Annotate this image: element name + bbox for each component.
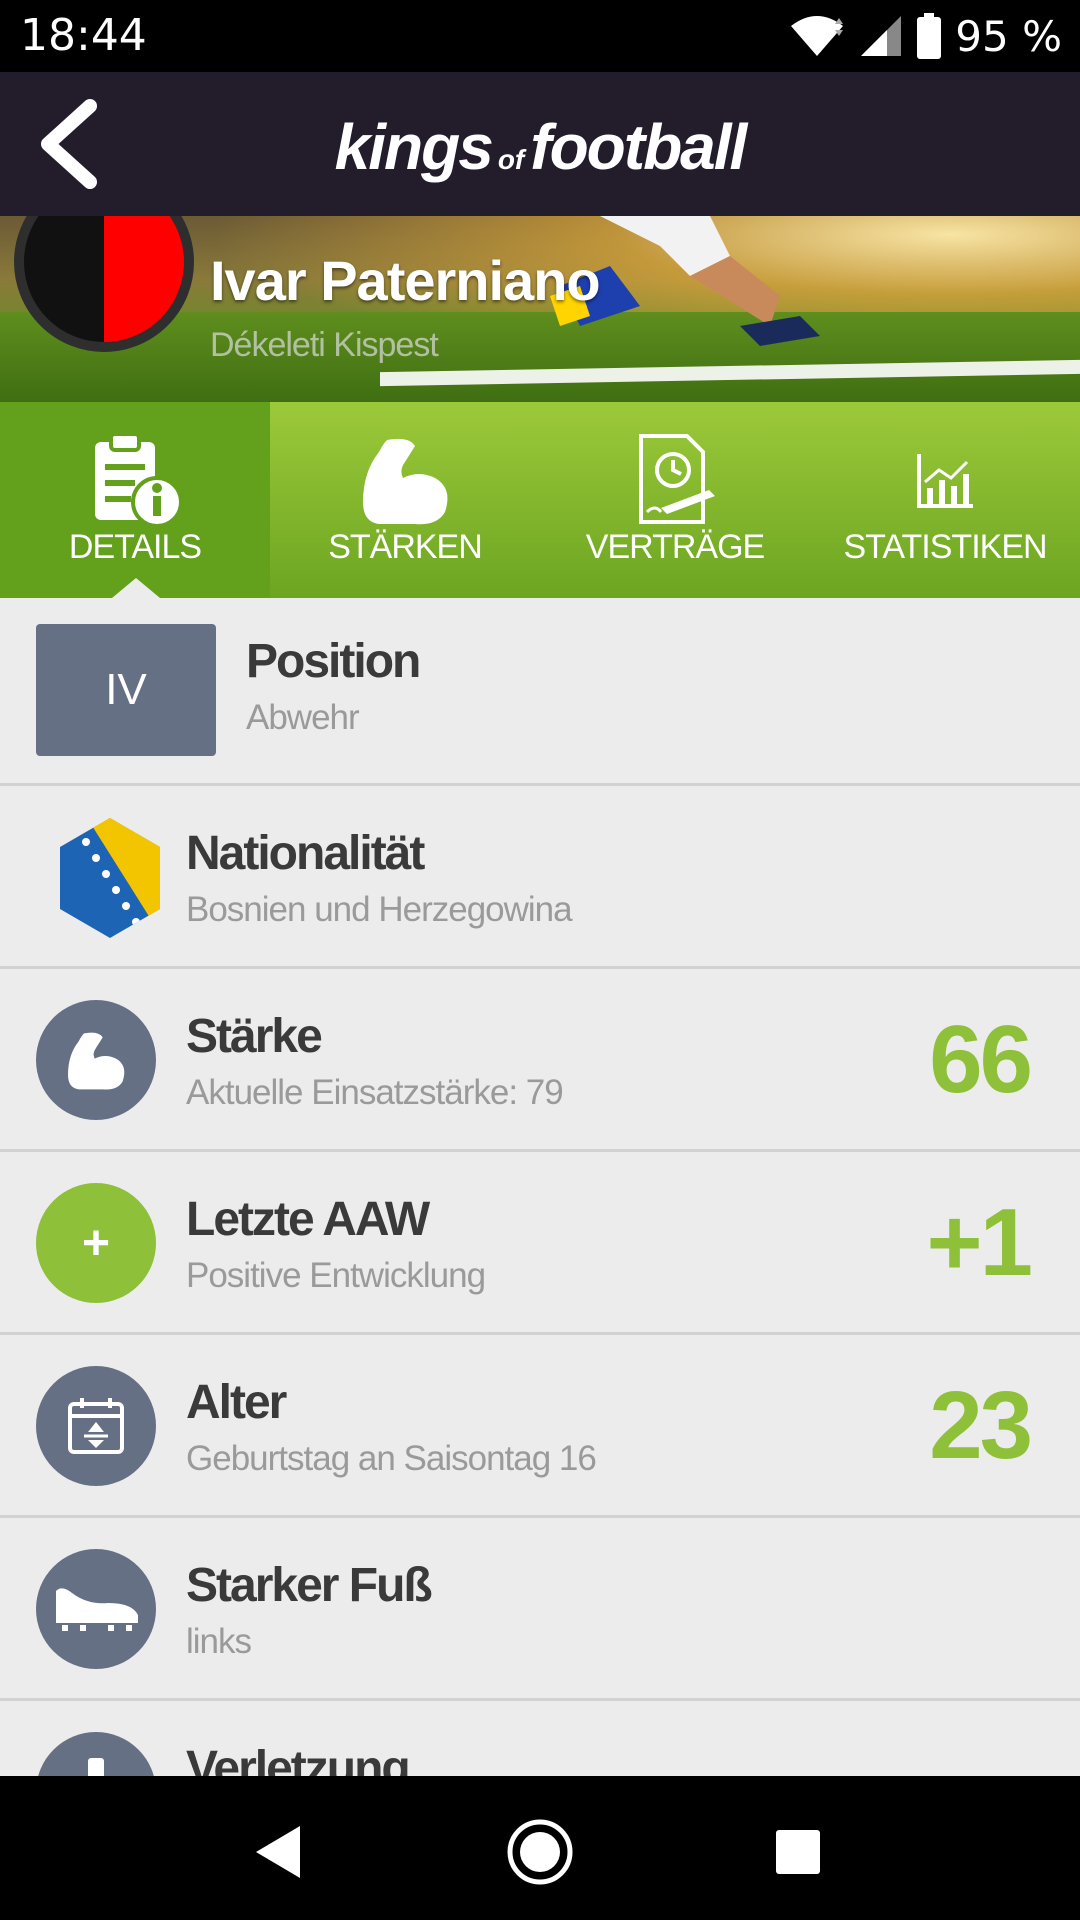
position-value: Abwehr	[246, 698, 360, 737]
age-title: Alter	[186, 1376, 287, 1429]
plus-icon-glyph: +	[81, 1216, 111, 1270]
player-name: Ivar Paterniano	[210, 249, 601, 312]
muscle-icon	[36, 1000, 156, 1120]
cell-signal-icon	[861, 16, 902, 56]
injury-title: Verletzung	[186, 1742, 411, 1776]
contract-icon	[625, 430, 725, 530]
nav-recents-icon	[776, 1830, 820, 1874]
list-item-age[interactable]: Alter Geburtstag an Saisontag 16 23	[0, 1335, 1080, 1518]
player-hero-banner: Ivar Paterniano Dékeleti Kispest	[0, 216, 1080, 402]
plus-icon: +	[36, 1183, 156, 1303]
list-item-injury[interactable]: Verletzung	[0, 1701, 1080, 1776]
position-title: Position	[246, 635, 421, 688]
player-club[interactable]: Dékeleti Kispest	[210, 326, 439, 365]
list-item-nationality[interactable]: Nationalität Bosnien und Herzegowina	[0, 786, 1080, 969]
list-item-strength[interactable]: Stärke Aktuelle Einsatzstärke: 79 66	[0, 969, 1080, 1152]
last-aaw-value: +1	[926, 1189, 1033, 1296]
nav-home-button[interactable]	[500, 1812, 580, 1892]
position-badge: IV	[36, 624, 216, 756]
nationality-value: Bosnien und Herzegowina	[186, 890, 573, 929]
status-icons: 95 %	[789, 8, 1062, 64]
strength-subtitle: Aktuelle Einsatzstärke: 79	[186, 1073, 564, 1112]
strong-foot-title: Starker Fuß	[186, 1559, 433, 1612]
tab-staerken[interactable]: STÄRKEN	[270, 402, 540, 598]
battery-percent: 95 %	[955, 11, 1062, 61]
tab-vertraege-label: VERTRÄGE	[585, 528, 765, 566]
strength-value: 66	[929, 1006, 1033, 1113]
nav-home-icon	[507, 1819, 573, 1885]
player-details-list: IV Position Abwehr Nationalität Bosnien …	[0, 598, 1080, 1776]
last-aaw-title: Letzte AAW	[186, 1193, 430, 1246]
nav-back-button[interactable]	[240, 1812, 320, 1892]
nav-recents-button[interactable]	[758, 1812, 838, 1892]
status-time: 18:44	[20, 10, 147, 61]
last-aaw-subtitle: Positive Entwicklung	[186, 1256, 486, 1295]
wifi-icon	[791, 16, 844, 56]
app-logo: kings offootball	[0, 110, 1080, 184]
logo-part-kings: kings	[334, 111, 494, 183]
nav-back-icon	[256, 1826, 300, 1878]
tab-statistiken[interactable]: STATISTIKEN	[810, 402, 1080, 598]
clipboard-info-icon	[85, 430, 185, 530]
active-tab-pointer	[112, 578, 160, 598]
tab-details-label: DETAILS	[68, 528, 202, 566]
logo-part-football: football	[530, 111, 747, 183]
strength-title: Stärke	[186, 1010, 323, 1063]
player-tabs: DETAILS STÄRKEN VERTRÄGE STATISTIKEN	[0, 402, 1080, 598]
strong-foot-value: links	[186, 1622, 252, 1661]
muscle-icon	[355, 430, 455, 530]
boot-icon	[36, 1549, 156, 1669]
nationality-title: Nationalität	[186, 827, 425, 880]
chart-icon	[895, 430, 995, 530]
list-item-position[interactable]: IV Position Abwehr	[0, 598, 1080, 786]
tab-staerken-label: STÄRKEN	[328, 528, 483, 566]
age-subtitle: Geburtstag an Saisontag 16	[186, 1439, 597, 1478]
tab-statistiken-label: STATISTIKEN	[843, 528, 1047, 566]
system-nav-bar	[0, 1776, 1080, 1920]
calendar-icon	[36, 1366, 156, 1486]
list-item-last-aaw[interactable]: + Letzte AAW Positive Entwicklung +1	[0, 1152, 1080, 1335]
battery-icon	[917, 13, 942, 59]
bosnia-flag-icon	[60, 818, 160, 938]
age-value: 23	[929, 1372, 1033, 1479]
logo-part-of: of	[497, 144, 525, 175]
tab-vertraege[interactable]: VERTRÄGE	[540, 402, 810, 598]
tab-details[interactable]: DETAILS	[0, 402, 270, 598]
app-header: kings offootball	[0, 72, 1080, 216]
status-bar: 18:44 95 %	[0, 0, 1080, 72]
list-item-strong-foot[interactable]: Starker Fuß links	[0, 1518, 1080, 1701]
exclamation-icon	[36, 1732, 156, 1776]
